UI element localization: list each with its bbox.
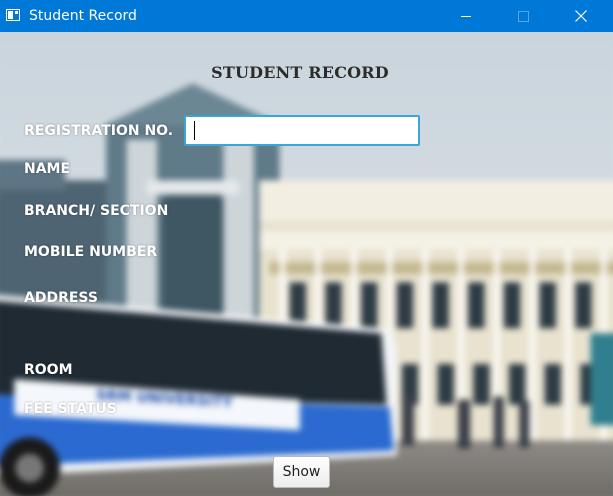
student-record-window: Student Record SRM UNIVERSITY STUDENT RE… [0,0,613,496]
mobile-number-label: MOBILE NUMBER [24,244,158,260]
app-window-icon [6,9,20,21]
close-button[interactable] [558,0,604,32]
form-content: SRM UNIVERSITY STUDENT RECORD REGISTRATI… [0,32,613,496]
form-heading: STUDENT RECORD [211,63,389,82]
show-button[interactable]: Show [273,456,330,488]
text-caret [194,121,195,140]
campus-background-image: SRM UNIVERSITY [0,32,613,496]
address-label: ADDRESS [24,290,98,306]
minimize-button[interactable] [443,0,489,32]
branch-section-label: BRANCH/ SECTION [24,203,169,219]
window-title: Student Record [29,8,137,24]
title-bar[interactable]: Student Record [0,0,613,32]
registration-label: REGISTRATION NO. [24,123,174,139]
registration-input[interactable] [184,115,420,146]
name-label: NAME [24,161,71,177]
maximize-button[interactable] [500,0,546,32]
close-icon [575,10,587,22]
room-label: ROOM [24,362,73,378]
fee-status-label: FEE STATUS [24,401,117,417]
